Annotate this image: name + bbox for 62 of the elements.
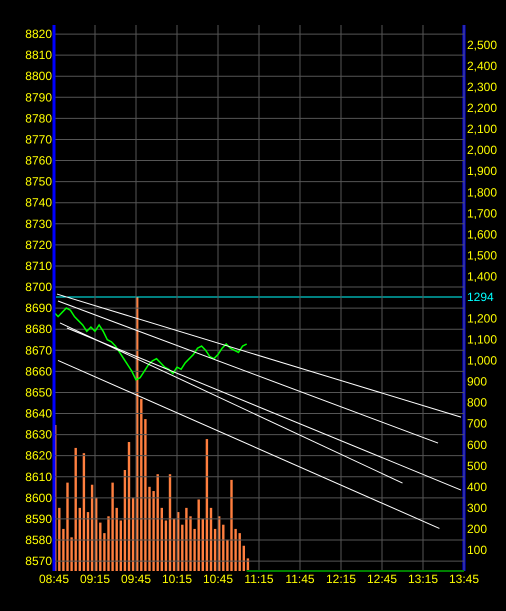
axis-label: 400 — [467, 480, 488, 494]
axis-label: 1,900 — [467, 164, 498, 178]
axis-label: 12:45 — [366, 572, 398, 586]
axis-label: 600 — [467, 438, 488, 452]
axis-label: 1,100 — [467, 332, 498, 347]
axis-label: 10:45 — [202, 572, 234, 586]
axis-label: 2,300 — [467, 80, 498, 94]
axis-label: 2,100 — [467, 122, 498, 136]
axis-label: 8570 — [25, 554, 52, 568]
axis-label: 1,700 — [467, 206, 498, 220]
axis-label: 11:15 — [244, 572, 274, 586]
axis-label: 10:15 — [162, 572, 192, 586]
axis-label: 08:45 — [38, 572, 70, 586]
axis-label: 100 — [467, 542, 488, 557]
axis-label: 2,500 — [467, 38, 498, 52]
axis-label: 8600 — [25, 490, 52, 505]
axis-label: 8800 — [25, 69, 52, 84]
axis-label: 8670 — [25, 343, 52, 358]
axis-label: 1,000 — [467, 354, 498, 368]
axis-label: 09:15 — [80, 572, 110, 586]
axis-label: 800 — [467, 396, 488, 410]
axis-label: 8780 — [25, 111, 52, 126]
axis-label: 8720 — [25, 238, 52, 252]
axis-label: 13:45 — [448, 572, 480, 586]
axis-label: 700 — [467, 416, 488, 431]
axis-label: 09:45 — [120, 572, 152, 586]
axis-label: 8580 — [25, 533, 52, 547]
axis-label: 900 — [467, 374, 488, 389]
axis-label: 200 — [467, 522, 488, 536]
axis-label: 8610 — [25, 470, 52, 484]
axis-label: 1,400 — [467, 269, 498, 284]
axis-label: 8620 — [25, 448, 52, 463]
axis-label: 1,500 — [467, 248, 498, 262]
axis-label: 500 — [467, 458, 488, 473]
axis-label: 8710 — [25, 258, 52, 273]
axis-label: 8660 — [25, 364, 52, 378]
axis-label: 8630 — [25, 428, 52, 442]
axis-label: 8760 — [25, 154, 52, 168]
axis-label: 300 — [467, 500, 488, 515]
axis-label: 2,000 — [467, 143, 498, 158]
axis-label: 8740 — [25, 196, 52, 210]
axis-label: 2,200 — [467, 101, 498, 116]
axis-label: 8730 — [25, 216, 52, 231]
axis-label: 8750 — [25, 174, 52, 189]
axis-label: 1,200 — [467, 312, 498, 326]
axis-label: 8770 — [25, 132, 52, 146]
axis-label: 8690 — [25, 301, 52, 316]
axis-label: 12:15 — [326, 572, 356, 586]
axis-label: 11:45 — [285, 572, 315, 586]
axis-label: 8590 — [25, 512, 52, 526]
axis-label: 2,400 — [467, 59, 498, 74]
axis-label: 8640 — [25, 406, 52, 421]
axis-label: 8810 — [25, 48, 52, 62]
axis-label: 13:15 — [408, 572, 438, 586]
axis-label: 8700 — [25, 280, 52, 294]
axis-label: 1,800 — [467, 185, 498, 200]
axis-label: 8820 — [25, 27, 52, 42]
axis-label: 8650 — [25, 385, 52, 400]
axis-label: 8680 — [25, 322, 52, 336]
axis-label: 1,600 — [467, 227, 498, 242]
level-label: 1294 — [467, 290, 494, 304]
axis-label: 8790 — [25, 90, 52, 104]
